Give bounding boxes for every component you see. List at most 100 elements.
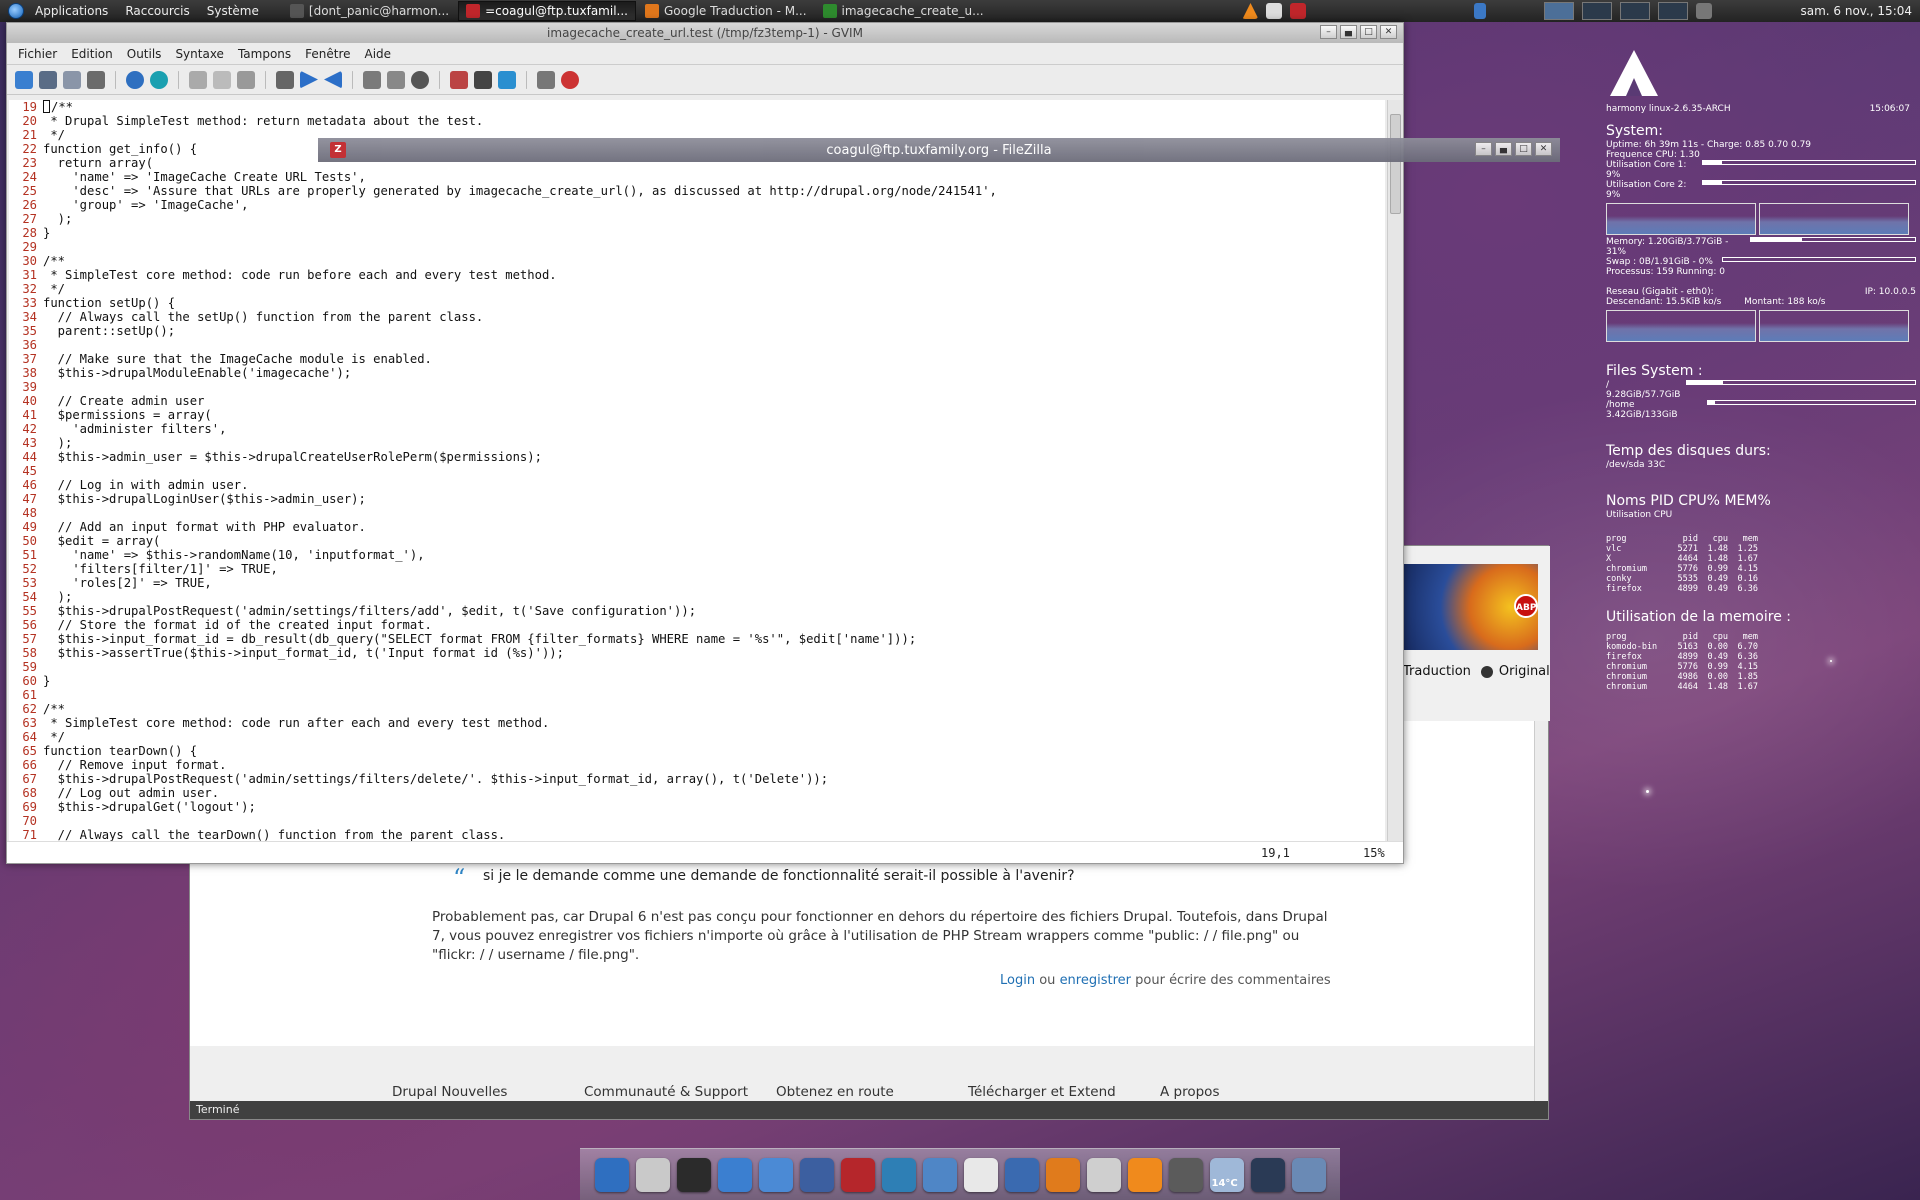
code-line[interactable]: 28} [9,226,1385,240]
code-line[interactable]: 19 /** [9,100,1385,114]
code-line[interactable]: 66 // Remove input format. [9,758,1385,772]
code-line[interactable]: 59 [9,660,1385,674]
paste-icon[interactable] [237,70,255,89]
scrollbar-thumb[interactable] [1390,114,1401,214]
gvim-titlebar[interactable]: imagecache_create_url.test (/tmp/fz3temp… [7,23,1403,43]
weather-icon[interactable]: 14°C [1209,1157,1244,1192]
text-editor-icon[interactable] [963,1157,998,1192]
minimize-button[interactable]: – [1475,142,1492,156]
code-line[interactable]: 50 $edit = array( [9,534,1385,548]
terminal-icon[interactable] [676,1157,711,1192]
translation-option[interactable]: Traduction [1403,664,1471,679]
desktop-icon[interactable] [1250,1157,1285,1192]
code-line[interactable]: 49 // Add an input format with PHP evalu… [9,520,1385,534]
code-line[interactable]: 42 'administer filters', [9,422,1385,436]
code-line[interactable]: 55 $this->drupalPostRequest('admin/setti… [9,604,1385,618]
adblock-icon[interactable]: ABP [1514,594,1538,618]
run-script-icon[interactable] [411,70,429,89]
register-link[interactable]: enregistrer [1060,973,1131,988]
code-line[interactable]: 56 // Store the format id of the created… [9,618,1385,632]
code-line[interactable]: 69 $this->drupalGet('logout'); [9,800,1385,814]
code-line[interactable]: 53 'roles[2]' => TRUE, [9,576,1385,590]
footer-link-community[interactable]: Communauté & Support [584,1084,748,1100]
document-tray-icon[interactable] [1266,3,1283,19]
code-line[interactable]: 29 [9,240,1385,254]
footer-link-download[interactable]: Télécharger et Extend [968,1084,1116,1100]
code-line[interactable]: 71 // Always call the tearDown() functio… [9,828,1385,842]
menu-system[interactable]: Système [201,4,265,18]
mail-icon[interactable] [799,1157,834,1192]
code-line[interactable]: 24 'name' => 'ImageCache Create URL Test… [9,170,1385,184]
workspace-2[interactable] [1582,2,1613,20]
browser-scrollbar[interactable] [1534,721,1548,1103]
footer-link-getting-started[interactable]: Obtenez en route [776,1084,894,1100]
code-line[interactable]: 26 'group' => 'ImageCache', [9,198,1385,212]
notification-icon[interactable] [1696,3,1713,19]
disc-icon[interactable] [1086,1157,1121,1192]
code-line[interactable]: 34 // Always call the setUp() function f… [9,310,1385,324]
menu-file[interactable]: Fichier [13,45,62,63]
make-icon[interactable] [450,70,468,89]
menu-syntax[interactable]: Syntaxe [170,45,229,63]
bird-icon[interactable] [1004,1157,1039,1192]
trash-icon[interactable] [1291,1157,1326,1192]
workspace-1[interactable] [1544,2,1575,20]
login-link[interactable]: Login [1000,973,1035,988]
code-line[interactable]: 36 [9,338,1385,352]
vlc-tray-icon[interactable] [1242,3,1259,19]
code-line[interactable]: 51 'name' => $this->randomName(10, 'inpu… [9,548,1385,562]
filezilla-icon[interactable] [840,1157,875,1192]
menu-applications[interactable]: Applications [29,4,114,18]
web-icon[interactable] [717,1157,752,1192]
code-line[interactable]: 38 $this->drupalModuleEnable('imagecache… [9,366,1385,380]
maximize-button[interactable]: □ [1360,25,1377,39]
music-icon[interactable] [758,1157,793,1192]
menu-shortcuts[interactable]: Raccourcis [119,4,195,18]
menu-help[interactable]: Aide [360,45,397,63]
code-line[interactable]: 32 */ [9,282,1385,296]
find-next-icon[interactable] [300,70,318,89]
code-line[interactable]: 60} [9,674,1385,688]
code-line[interactable]: 39 [9,380,1385,394]
code-line[interactable]: 44 $this->admin_user = $this->drupalCrea… [9,450,1385,464]
open-icon[interactable] [15,70,33,89]
editor-scrollbar[interactable] [1387,100,1403,843]
filezilla-titlebar[interactable]: Z coagul@ftp.tuxfamily.org - FileZilla –… [318,138,1560,162]
close-button[interactable]: ✕ [1380,25,1397,39]
code-line[interactable]: 68 // Log out admin user. [9,786,1385,800]
menu-window[interactable]: Fenêtre [300,45,355,63]
maximize-button[interactable]: □ [1515,142,1532,156]
footer-link-about[interactable]: A propos [1160,1084,1219,1100]
distribution-icon[interactable] [8,3,24,19]
network-tray-icon[interactable] [1474,3,1487,19]
find-prev-icon[interactable] [324,70,342,89]
code-line[interactable]: 52 'filters[filter/1]' => TRUE, [9,562,1385,576]
code-line[interactable]: 25 'desc' => 'Assure that URLs are prope… [9,184,1385,198]
code-line[interactable]: 43 ); [9,436,1385,450]
code-line[interactable]: 67 $this->drupalPostRequest('admin/setti… [9,772,1385,786]
blender-icon[interactable] [1045,1157,1080,1192]
redo-icon[interactable] [150,70,168,89]
replace-icon[interactable] [276,70,294,89]
save-icon[interactable] [39,70,57,89]
original-radio[interactable] [1480,665,1493,678]
find-help-icon[interactable] [537,70,555,89]
box-icon[interactable] [922,1157,957,1192]
code-line[interactable]: 35 parent::setUp(); [9,324,1385,338]
vlc-icon[interactable] [1127,1157,1162,1192]
workspace-3[interactable] [1620,2,1651,20]
clock[interactable]: sam. 6 nov., 15:04 [1800,4,1912,18]
undo-icon[interactable] [126,70,144,89]
code-line[interactable]: 46 // Log in with admin user. [9,478,1385,492]
globe-icon[interactable] [594,1157,629,1192]
earth-icon[interactable] [881,1157,916,1192]
code-line[interactable]: 57 $this->input_format_id = db_result(db… [9,632,1385,646]
code-line[interactable]: 47 $this->drupalLoginUser($this->admin_u… [9,492,1385,506]
save-session-icon[interactable] [387,70,405,89]
taskbar-item[interactable]: =coagul@ftp.tuxfamil... [458,1,636,21]
code-line[interactable]: 20 * Drupal SimpleTest method: return me… [9,114,1385,128]
code-line[interactable]: 33 function setUp() { [9,296,1385,310]
code-line[interactable]: 62 /** [9,702,1385,716]
filezilla-tray-icon[interactable] [1290,3,1307,19]
code-line[interactable]: 48 [9,506,1385,520]
